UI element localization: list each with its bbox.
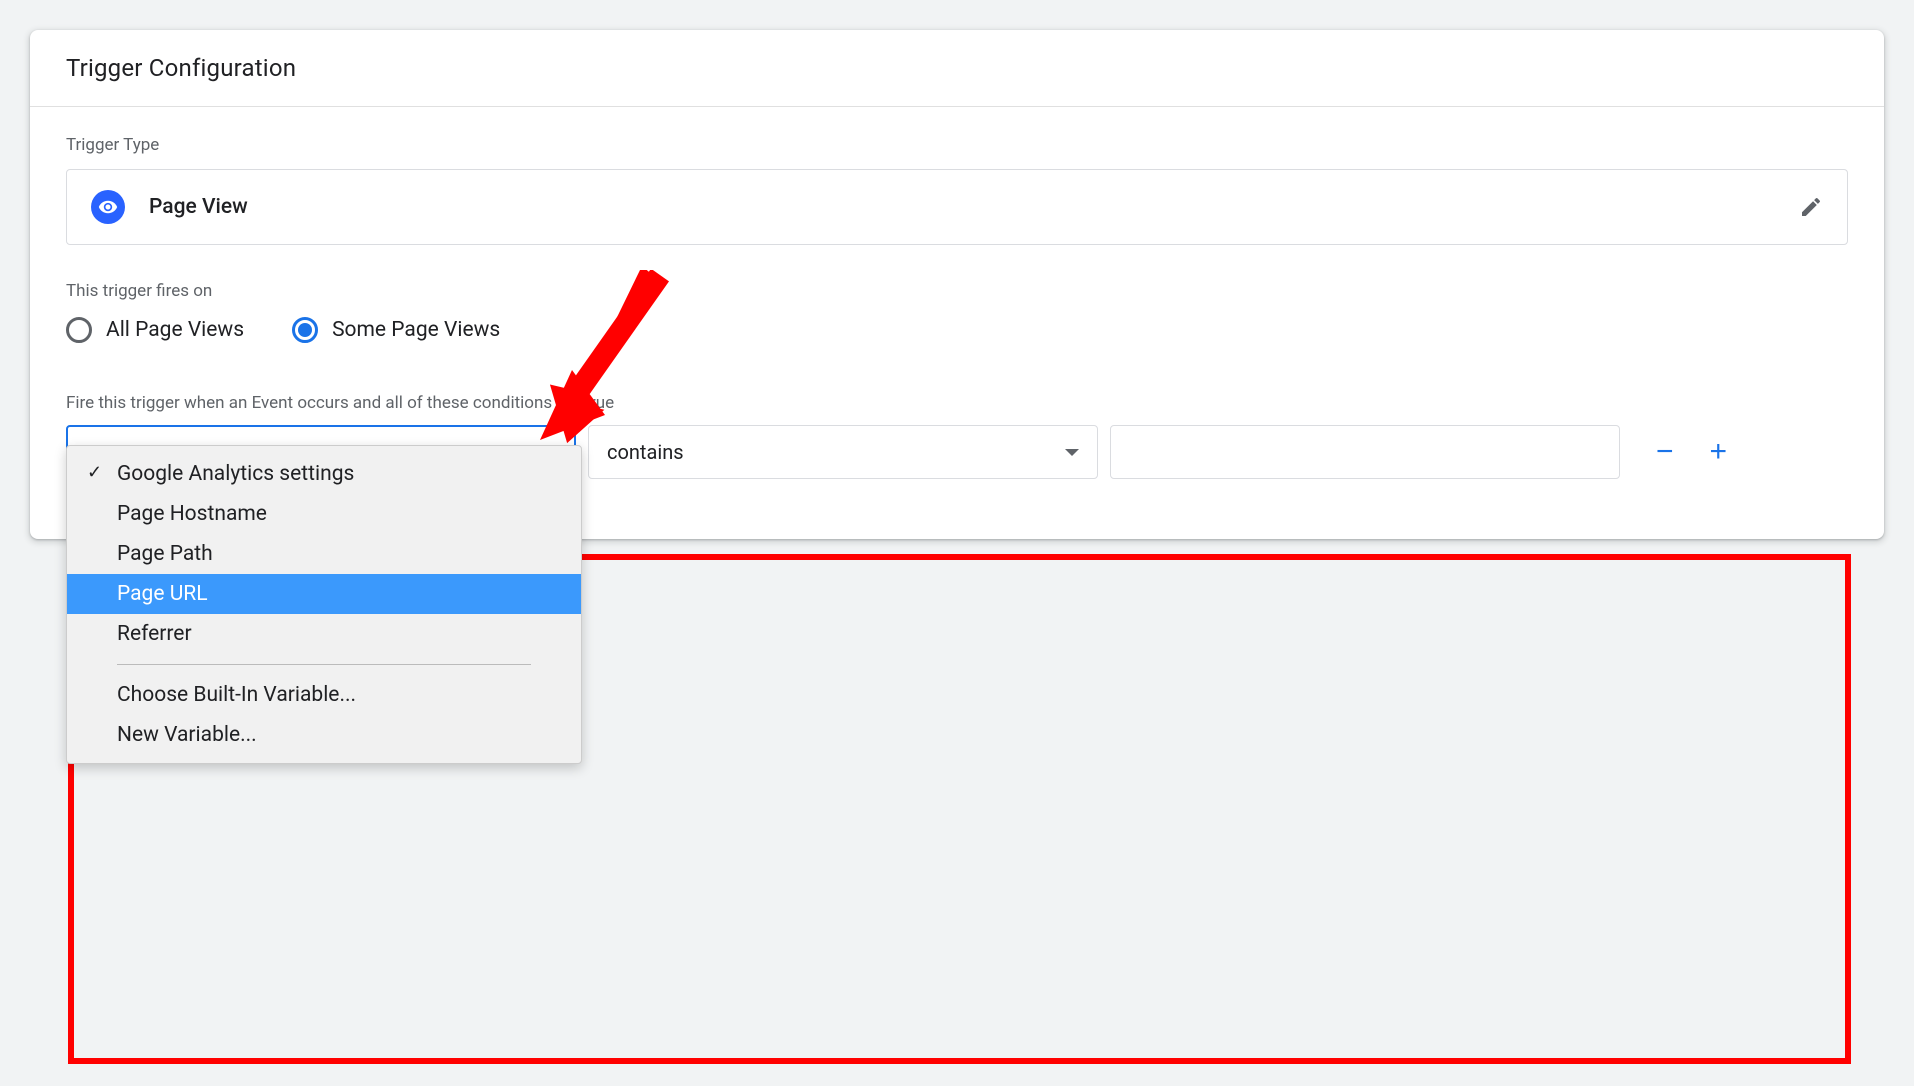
dropdown-item[interactable]: New Variable...: [67, 715, 581, 755]
dropdown-item[interactable]: Choose Built-In Variable...: [67, 675, 581, 715]
fires-on-label: This trigger fires on: [66, 281, 1848, 301]
chevron-down-icon: [1065, 449, 1079, 456]
radio-some-page-views[interactable]: Some Page Views: [292, 317, 500, 343]
dropdown-item[interactable]: Page URL: [67, 574, 581, 614]
trigger-type-name: Page View: [149, 195, 248, 219]
trigger-type-box[interactable]: Page View: [66, 169, 1848, 245]
value-input[interactable]: [1110, 425, 1620, 479]
add-condition-button[interactable]: +: [1710, 435, 1728, 469]
conditions-label: Fire this trigger when an Event occurs a…: [66, 393, 1848, 413]
card-title: Trigger Configuration: [66, 54, 1848, 82]
trigger-type-left: Page View: [91, 190, 248, 224]
page-view-icon: [91, 190, 125, 224]
operator-dropdown[interactable]: contains: [588, 425, 1098, 479]
radio-inner-dot: [298, 323, 312, 337]
fires-on-section: This trigger fires on All Page Views Som…: [30, 281, 1884, 343]
remove-condition-button[interactable]: −: [1656, 435, 1674, 469]
trigger-type-section: Trigger Type Page View: [30, 135, 1884, 245]
radio-checked-icon: [292, 317, 318, 343]
radio-all-page-views[interactable]: All Page Views: [66, 317, 244, 343]
edit-icon[interactable]: [1799, 195, 1823, 219]
radio-some-label: Some Page Views: [332, 318, 500, 342]
card-body: Trigger Type Page View This trigger fire…: [30, 107, 1884, 539]
radio-all-label: All Page Views: [106, 318, 244, 342]
dropdown-item[interactable]: Google Analytics settings: [67, 454, 581, 494]
dropdown-item[interactable]: Referrer: [67, 614, 581, 654]
variable-dropdown-menu: Google Analytics settingsPage HostnamePa…: [66, 445, 582, 764]
trigger-config-card: Trigger Configuration Trigger Type Page …: [30, 30, 1884, 539]
radio-group: All Page Views Some Page Views: [66, 317, 1848, 343]
row-actions: − +: [1656, 435, 1727, 469]
dropdown-item[interactable]: Page Path: [67, 534, 581, 574]
dropdown-divider: [117, 664, 531, 665]
operator-text: contains: [607, 440, 684, 464]
trigger-type-label: Trigger Type: [66, 135, 1848, 155]
radio-unchecked-icon: [66, 317, 92, 343]
dropdown-item[interactable]: Page Hostname: [67, 494, 581, 534]
conditions-section: Fire this trigger when an Event occurs a…: [30, 379, 1884, 503]
card-header: Trigger Configuration: [30, 30, 1884, 107]
